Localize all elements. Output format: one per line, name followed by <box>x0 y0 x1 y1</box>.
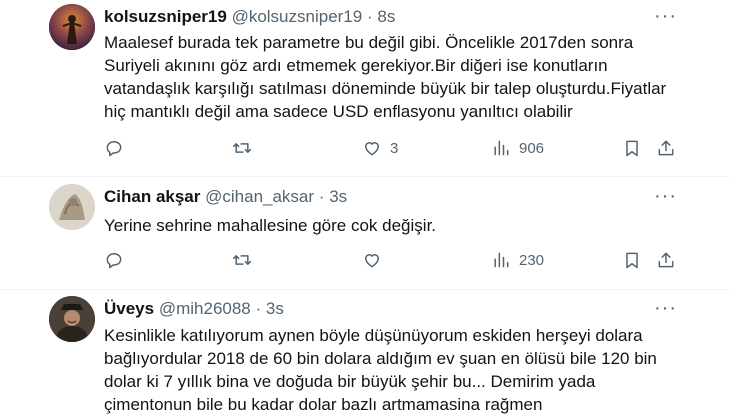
view-count: 906 <box>519 139 545 157</box>
tweet-text-line: Yerine sehrine mahallesine göre cok deği… <box>104 216 437 235</box>
separator-dot: · <box>318 187 325 206</box>
user-handle[interactable]: @cihan_aksar <box>205 187 314 206</box>
tweet[interactable]: kolsuzsniper19 @kolsuzsniper19 · 8s ··· … <box>0 0 730 176</box>
tweet-text: Yerine sehrine mahallesine göre cok deği… <box>104 214 704 237</box>
views-button[interactable]: 230 <box>491 249 544 271</box>
bookmark-icon <box>626 140 638 157</box>
share-button[interactable] <box>656 249 676 271</box>
retweet-button[interactable] <box>232 249 252 271</box>
like-icon <box>365 254 379 268</box>
views-icon <box>494 252 509 268</box>
avatar[interactable] <box>49 296 95 342</box>
display-name[interactable]: kolsuzsniper19 <box>104 7 227 26</box>
action-bar: 3 906 <box>104 137 694 159</box>
more-icon[interactable]: ··· <box>654 6 677 26</box>
avatar-image <box>49 4 95 50</box>
share-icon <box>658 140 674 156</box>
tweet-text-line: hiç mantıklı değil ama sadece USD enflas… <box>104 102 573 121</box>
tweet-text: Maalesef burada tek parametre bu değil g… <box>104 31 704 123</box>
reply-icon <box>106 253 122 269</box>
retweet-icon <box>232 255 252 265</box>
avatar-image <box>49 296 95 342</box>
tweet-header: kolsuzsniper19 @kolsuzsniper19 · 8s <box>104 6 395 28</box>
tweet[interactable]: Cihan akşar @cihan_aksar · 3s ··· Yerine… <box>0 177 730 289</box>
tweet[interactable]: Üveys @mih26088 · 3s ··· Kesinlikle katı… <box>0 290 730 420</box>
user-handle[interactable]: @kolsuzsniper19 <box>232 7 363 26</box>
tweet-header: Üveys @mih26088 · 3s <box>104 298 284 320</box>
tweet-text-line: dolar ki 7 yıllık bina ve doğuda bir büy… <box>104 372 596 391</box>
bookmark-button[interactable] <box>622 137 642 159</box>
like-button[interactable]: 3 <box>362 137 398 159</box>
bookmark-button[interactable] <box>622 249 642 271</box>
user-handle[interactable]: @mih26088 <box>159 299 251 318</box>
more-icon[interactable]: ··· <box>654 186 677 206</box>
tweet-text-line: Kesinlikle katılıyorum aynen böyle düşün… <box>104 326 643 345</box>
reply-button[interactable] <box>104 249 124 271</box>
tweet-text-line: Maalesef burada tek parametre bu değil g… <box>104 33 634 52</box>
share-icon <box>658 252 674 268</box>
more-icon[interactable]: ··· <box>654 298 677 318</box>
timestamp[interactable]: 3s <box>329 187 347 206</box>
like-icon <box>365 142 379 156</box>
action-bar: 230 <box>104 249 694 271</box>
display-name[interactable]: Üveys <box>104 299 154 318</box>
views-icon <box>494 140 509 156</box>
like-count: 3 <box>390 139 399 157</box>
views-button[interactable]: 906 <box>491 137 544 159</box>
tweet-text-line: Suriyeli akınını göz ardı etmemek gereki… <box>104 56 608 75</box>
display-name[interactable]: Cihan akşar <box>104 187 200 206</box>
retweet-button[interactable] <box>232 137 252 159</box>
view-count: 230 <box>519 251 545 269</box>
tweet-text-line: vatandaşlık karşılığı satılması dönemind… <box>104 79 667 98</box>
tweet-text: Kesinlikle katılıyorum aynen böyle düşün… <box>104 324 704 416</box>
like-button[interactable] <box>362 249 382 271</box>
avatar-image <box>49 184 95 230</box>
tweet-text-line: çimentonun bile bu kadar dolar bazlı art… <box>104 395 543 414</box>
avatar[interactable] <box>49 184 95 230</box>
separator-dot: · <box>255 299 262 318</box>
bookmark-icon <box>626 252 638 269</box>
tweet-header: Cihan akşar @cihan_aksar · 3s <box>104 186 347 208</box>
timestamp[interactable]: 3s <box>266 299 284 318</box>
retweet-icon <box>232 143 252 153</box>
separator-dot: · <box>366 7 373 26</box>
reply-icon <box>106 141 122 157</box>
timestamp[interactable]: 8s <box>377 7 395 26</box>
tweet-text-line: bağlıyordular 2018 de 60 bin dolara aldı… <box>104 349 657 368</box>
share-button[interactable] <box>656 137 676 159</box>
avatar[interactable] <box>49 4 95 50</box>
reply-button[interactable] <box>104 137 124 159</box>
